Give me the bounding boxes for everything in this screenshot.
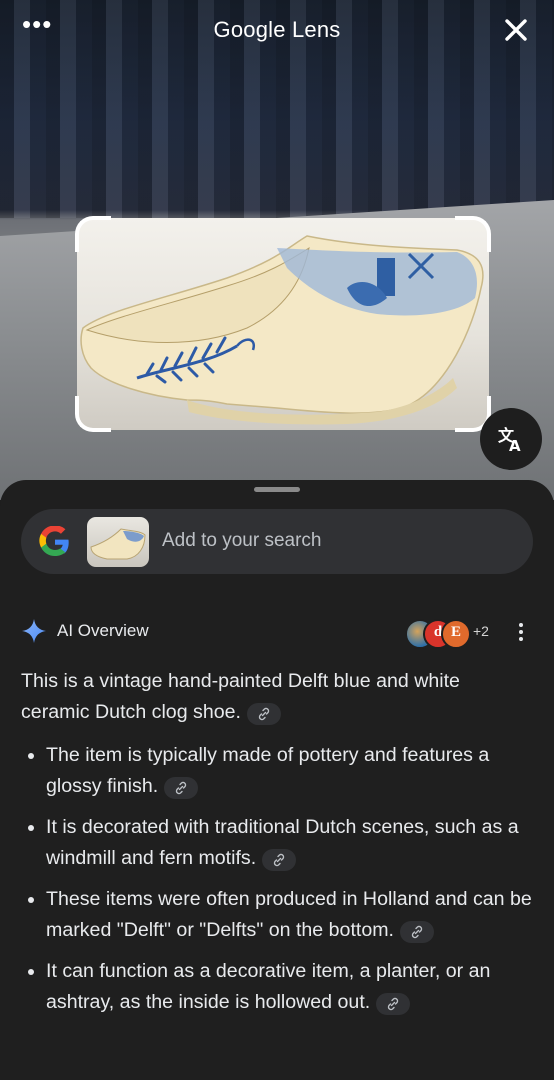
google-g-icon — [39, 526, 69, 556]
sheet-drag-handle[interactable] — [254, 487, 300, 492]
bullet-text: These items were often produced in Holla… — [46, 888, 532, 941]
kebab-menu-icon[interactable] — [517, 620, 525, 644]
ai-overview-header: AI Overview d E +2 — [21, 617, 533, 649]
translate-icon: 文 A — [498, 426, 521, 454]
sparkle-icon — [22, 619, 46, 643]
link-icon — [258, 707, 270, 721]
crop-corner-bottom-left[interactable] — [75, 396, 111, 432]
list-item: The item is typically made of pottery an… — [46, 740, 533, 802]
sources-stack[interactable]: d E +2 — [405, 617, 501, 649]
source-link-button[interactable] — [246, 703, 281, 725]
selection-crop[interactable] — [75, 216, 491, 432]
translate-button[interactable]: 文 A — [480, 408, 542, 470]
crop-corner-top-left[interactable] — [75, 216, 111, 252]
overview-summary: This is a vintage hand-painted Delft blu… — [21, 666, 533, 728]
clog-shoe-illustration — [80, 235, 484, 425]
add-to-search-bar[interactable]: Add to your search — [21, 509, 533, 574]
query-thumbnail[interactable] — [87, 517, 149, 567]
search-placeholder: Add to your search — [162, 530, 322, 551]
link-icon — [411, 925, 423, 939]
list-item: It is decorated with traditional Dutch s… — [46, 812, 533, 874]
list-item: These items were often produced in Holla… — [46, 884, 533, 946]
source-avatar-3-letter: E — [450, 624, 461, 640]
results-sheet: Add to your search AI Overview d E +2 Th… — [0, 480, 554, 1080]
link-icon — [274, 853, 285, 867]
bullet-text: It can function as a decorative item, a … — [46, 960, 491, 1013]
overview-summary-text: This is a vintage hand-painted Delft blu… — [21, 670, 460, 723]
overview-bullet-list: The item is typically made of pottery an… — [21, 740, 533, 1018]
source-link-button[interactable] — [164, 777, 199, 799]
link-icon — [388, 997, 399, 1011]
bullet-text: The item is typically made of pottery an… — [46, 744, 490, 797]
selected-image — [77, 218, 489, 430]
ai-overview-body: This is a vintage hand-painted Delft blu… — [21, 666, 533, 1028]
source-link-button[interactable] — [262, 849, 297, 871]
app-title: Google Lens — [213, 17, 341, 42]
close-icon[interactable] — [500, 14, 532, 46]
source-link-button[interactable] — [376, 993, 411, 1015]
svg-text:A: A — [509, 437, 521, 454]
list-item: It can function as a decorative item, a … — [46, 956, 533, 1018]
source-link-button[interactable] — [400, 921, 434, 943]
ai-overview-title: AI Overview — [57, 621, 149, 640]
link-icon — [176, 781, 187, 795]
sources-extra-count: +2 — [473, 623, 489, 639]
source-avatar-3: E — [441, 619, 471, 649]
camera-preview: ••• Google Lens 文 A — [0, 0, 554, 500]
crop-corner-top-right[interactable] — [455, 216, 491, 252]
lens-header: ••• Google Lens — [0, 0, 554, 64]
